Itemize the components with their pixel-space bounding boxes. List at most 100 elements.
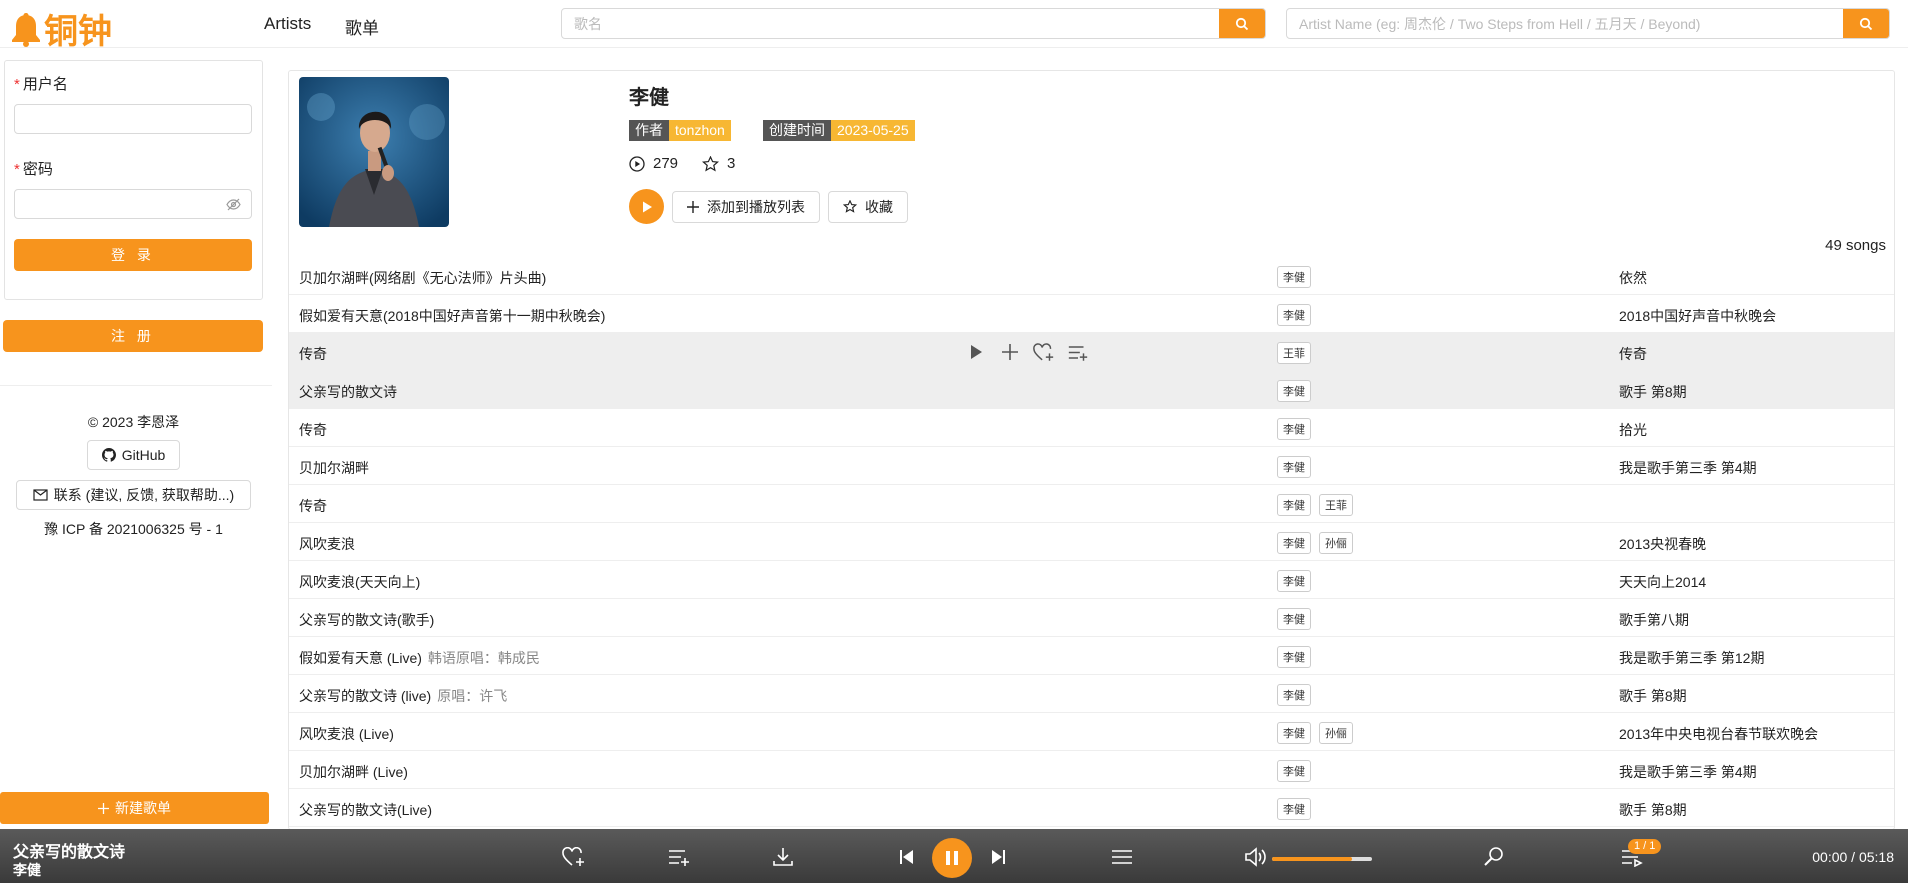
add-to-queue-button[interactable]: 添加到播放列表: [672, 190, 820, 223]
song-name[interactable]: 贝加尔湖畔 (Live): [299, 762, 408, 782]
add-to-list-icon[interactable]: [1066, 341, 1090, 363]
artist-chip[interactable]: 李健: [1277, 418, 1311, 440]
song-row[interactable]: 假如爱有天意 (Live) 韩语原唱：韩成民 李健 我是歌手第三季 第12期: [289, 637, 1894, 675]
artist-chip[interactable]: 李健: [1277, 380, 1311, 402]
song-row[interactable]: 风吹麦浪(天天向上) 李健 天天向上2014: [289, 561, 1894, 599]
login-button[interactable]: 登 录: [14, 239, 252, 271]
artist-search-box: [1286, 8, 1890, 39]
eye-invisible-icon[interactable]: [226, 198, 241, 211]
play-icon[interactable]: [964, 341, 988, 363]
song-row[interactable]: 父亲写的散文诗 李健 歌手 第8期: [289, 371, 1894, 409]
now-playing-artist[interactable]: 李健: [13, 860, 41, 880]
song-artists: 李健: [1277, 304, 1311, 326]
author-value[interactable]: tonzhon: [669, 120, 731, 141]
volume-slider[interactable]: [1272, 857, 1372, 861]
song-name[interactable]: 风吹麦浪: [299, 534, 355, 554]
contact-button[interactable]: 联系 (建议, 反馈, 获取帮助...): [16, 480, 251, 510]
artist-chip[interactable]: 李健: [1277, 760, 1311, 782]
play-mode-icon[interactable]: [1109, 844, 1135, 870]
add-to-queue-label: 添加到播放列表: [707, 198, 805, 215]
song-name[interactable]: 传奇: [299, 344, 327, 364]
song-name[interactable]: 父亲写的散文诗(歌手): [299, 610, 434, 630]
song-row[interactable]: 父亲写的散文诗 (live) 原唱：许飞 李健 歌手 第8期: [289, 675, 1894, 713]
add-to-list-icon[interactable]: [666, 844, 692, 870]
song-search-input[interactable]: [562, 9, 1219, 38]
song-row[interactable]: 贝加尔湖畔 李健 我是歌手第三季 第4期: [289, 447, 1894, 485]
song-name[interactable]: 假如爱有天意 (Live) 韩语原唱：韩成民: [299, 648, 540, 668]
song-name[interactable]: 父亲写的散文诗 (live) 原唱：许飞: [299, 686, 507, 706]
artist-chip[interactable]: 李健: [1277, 456, 1311, 478]
play-all-button[interactable]: [629, 189, 664, 224]
artist-chip[interactable]: 李健: [1277, 798, 1311, 820]
song-row[interactable]: 传奇 王菲 传奇: [289, 333, 1894, 371]
username-field[interactable]: [14, 104, 252, 134]
download-icon[interactable]: [770, 844, 796, 870]
song-album: 传奇: [1619, 346, 1647, 362]
volume-level: [1272, 857, 1352, 861]
nav-playlists[interactable]: 歌单: [345, 14, 379, 39]
song-row[interactable]: 贝加尔湖畔(网络剧《无心法师》片头曲) 李健 依然: [289, 257, 1894, 295]
collect-button[interactable]: 收藏: [828, 190, 908, 223]
nav-artists[interactable]: Artists: [264, 14, 311, 34]
artist-chip[interactable]: 孙俪: [1319, 722, 1353, 744]
song-row[interactable]: 风吹麦浪 李健 孙俪 2013央视春晚: [289, 523, 1894, 561]
song-row[interactable]: 假如爱有天意(2018中国好声音第十一期中秋晚会) 李健 2018中国好声音中秋晚会: [289, 295, 1894, 333]
song-name[interactable]: 传奇: [299, 420, 327, 440]
song-title: 贝加尔湖畔(网络剧《无心法师》片头曲): [299, 270, 547, 286]
song-name[interactable]: 风吹麦浪 (Live): [299, 724, 394, 744]
volume-icon[interactable]: [1243, 844, 1269, 870]
artist-chip[interactable]: 李健: [1277, 608, 1311, 630]
search-icon: [1235, 17, 1249, 30]
artist-search-input[interactable]: [1287, 9, 1843, 38]
artist-chip[interactable]: 李健: [1277, 684, 1311, 706]
song-row[interactable]: 贝加尔湖畔 (Live) 李健 我是歌手第三季 第4期: [289, 751, 1894, 789]
song-album: 我是歌手第三季 第12期: [1619, 650, 1765, 666]
artist-chip[interactable]: 李健: [1277, 570, 1311, 592]
song-album: 歌手 第8期: [1619, 802, 1687, 818]
artist-chip[interactable]: 李健: [1277, 646, 1311, 668]
favorite-add-icon[interactable]: [561, 844, 587, 870]
song-album: 2013年中央电视台春节联欢晚会: [1619, 726, 1819, 742]
register-button[interactable]: 注 册: [3, 320, 263, 352]
app-logo[interactable]: 铜钟: [10, 4, 112, 53]
song-name[interactable]: 贝加尔湖畔(网络剧《无心法师》片头曲): [299, 268, 546, 288]
artist-chip[interactable]: 李健: [1277, 266, 1311, 288]
password-field[interactable]: [14, 189, 252, 219]
artist-chip[interactable]: 李健: [1277, 494, 1311, 516]
song-name[interactable]: 假如爱有天意(2018中国好声音第十一期中秋晚会): [299, 306, 605, 326]
song-name[interactable]: 贝加尔湖畔: [299, 458, 369, 478]
song-name[interactable]: 风吹麦浪(天天向上): [299, 572, 420, 592]
artist-chip[interactable]: 李健: [1277, 532, 1311, 554]
login-form: * 用户名 * 密码 登 录: [4, 60, 263, 300]
song-row[interactable]: 父亲写的散文诗(歌手) 李健 歌手第八期: [289, 599, 1894, 637]
icp-text[interactable]: 豫 ICP 备 2021006325 号 - 1: [0, 519, 267, 539]
song-title: 传奇: [299, 498, 327, 514]
song-name[interactable]: 传奇: [299, 496, 327, 516]
song-name[interactable]: 父亲写的散文诗(Live): [299, 800, 432, 820]
song-row[interactable]: 传奇 李健 拾光: [289, 409, 1894, 447]
favorite-add-icon[interactable]: [1032, 341, 1056, 363]
song-title: 风吹麦浪(天天向上): [299, 574, 421, 590]
song-row[interactable]: 父亲写的散文诗(Live) 李健 歌手 第8期: [289, 789, 1894, 827]
song-search-box: [561, 8, 1266, 39]
github-button[interactable]: GitHub: [86, 440, 181, 470]
song-artists: 李健: [1277, 380, 1311, 402]
song-row[interactable]: 传奇 李健 王菲: [289, 485, 1894, 523]
song-search-button[interactable]: [1219, 9, 1265, 38]
search-lyrics-icon[interactable]: [1481, 844, 1507, 870]
song-name[interactable]: 父亲写的散文诗: [299, 382, 397, 402]
song-row[interactable]: 风吹麦浪 (Live) 李健 孙俪 2013年中央电视台春节联欢晚会: [289, 713, 1894, 751]
artist-chip[interactable]: 王菲: [1319, 494, 1353, 516]
plus-icon[interactable]: [998, 341, 1022, 363]
now-playing-title[interactable]: 父亲写的散文诗: [13, 838, 125, 862]
pause-button[interactable]: [932, 838, 972, 878]
artist-chip[interactable]: 孙俪: [1319, 532, 1353, 554]
next-icon[interactable]: [985, 844, 1011, 870]
artist-chip[interactable]: 王菲: [1277, 342, 1311, 364]
artist-chip[interactable]: 李健: [1277, 722, 1311, 744]
new-playlist-button[interactable]: 新建歌单: [0, 792, 269, 824]
artist-chip[interactable]: 李健: [1277, 304, 1311, 326]
previous-icon[interactable]: [894, 844, 920, 870]
artist-search-button[interactable]: [1843, 9, 1889, 38]
song-artists: 李健: [1277, 760, 1311, 782]
